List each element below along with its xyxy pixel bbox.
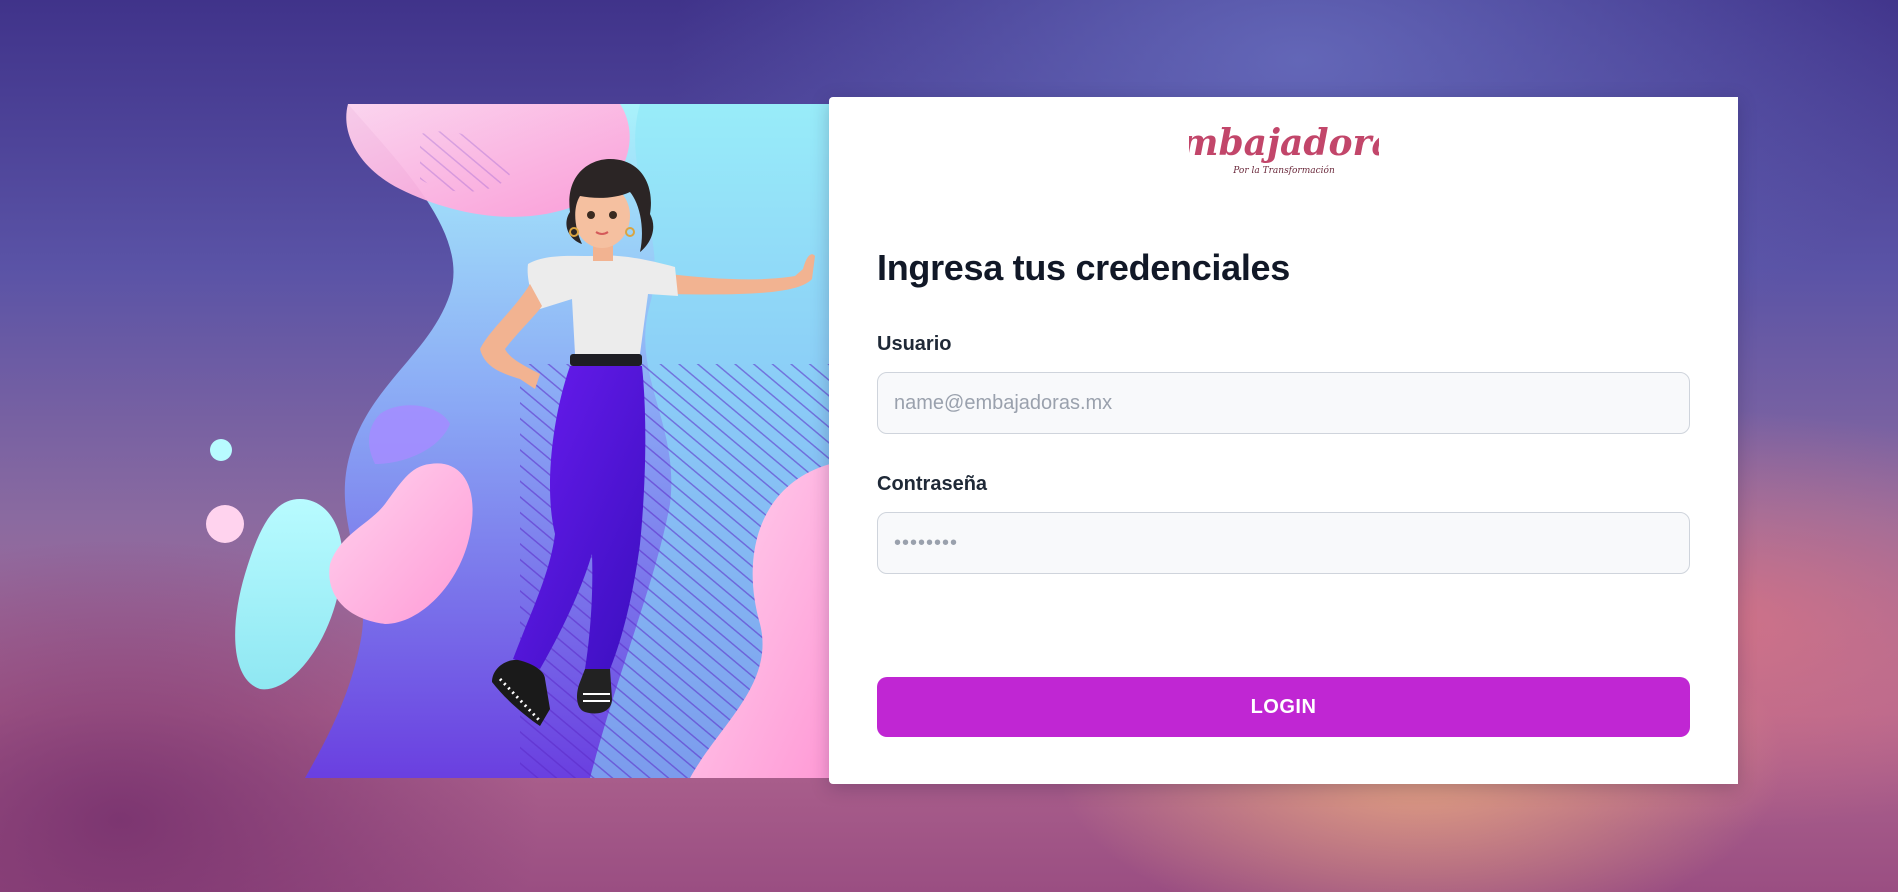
login-card: Embajadoras Por la Transformación Ingres… [829,97,1738,784]
svg-text:Por la Transformación: Por la Transformación [1232,165,1335,176]
woman-leaning-illustration [206,104,830,778]
username-input[interactable] [877,372,1690,434]
form-heading: Ingresa tus credenciales [877,247,1291,288]
embajadoras-logo: Embajadoras Por la Transformación [1189,122,1379,176]
username-label: Usuario [877,333,952,355]
svg-text:Embajadoras: Embajadoras [1189,122,1379,164]
password-input[interactable] [877,512,1690,574]
password-label: Contraseña [877,473,988,495]
login-button[interactable]: LOGIN [877,677,1690,737]
